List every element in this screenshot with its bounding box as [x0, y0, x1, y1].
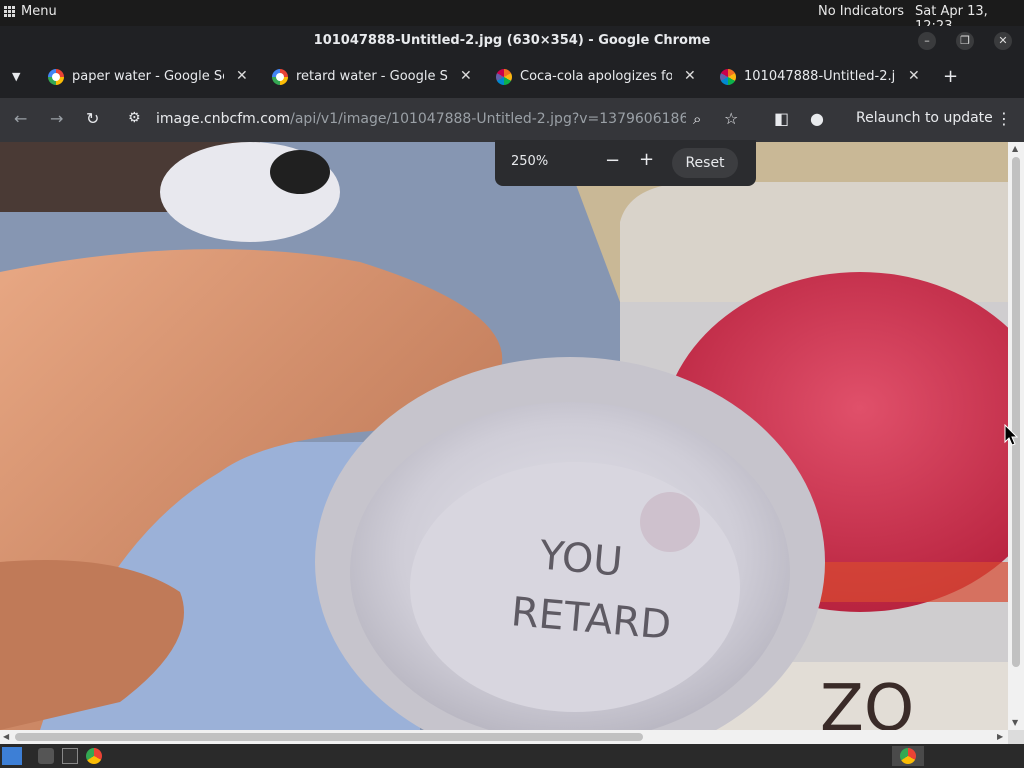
- zoom-popup: 250% − + Reset: [495, 140, 756, 186]
- apps-grid-icon: [4, 6, 15, 17]
- image-viewport[interactable]: YOU RETARD ZO: [0, 142, 1008, 730]
- zoom-magnifier-icon[interactable]: ⌕: [693, 110, 701, 128]
- close-window-button[interactable]: ✕: [994, 32, 1012, 50]
- minimize-button[interactable]: –: [918, 32, 936, 50]
- google-icon: [272, 69, 288, 85]
- zoom-reset-button[interactable]: Reset: [672, 148, 738, 178]
- tab-label: Coca-cola apologizes for: [520, 69, 672, 84]
- tab-strip: ▼ paper water - Google Search ✕ retard w…: [0, 56, 1024, 98]
- window-title: 101047888-Untitled-2.jpg (630×354) - Goo…: [313, 33, 711, 48]
- zoomed-photo: YOU RETARD ZO: [0, 142, 1008, 730]
- bottle-label-text: ZO: [820, 672, 914, 730]
- url-text[interactable]: image.cnbcfm.com/api/v1/image/101047888-…: [156, 111, 686, 127]
- nbc-peacock-icon: [720, 69, 736, 85]
- system-top-bar: Menu No Indicators Sat Apr 13, 12:23: [0, 0, 1024, 34]
- files-icon[interactable]: [38, 748, 54, 764]
- google-icon: [48, 69, 64, 85]
- side-panel-icon[interactable]: ◧: [774, 109, 789, 128]
- scroll-up-arrow-icon[interactable]: ▲: [1012, 144, 1018, 153]
- menu-label: Menu: [21, 4, 57, 19]
- tab-label: paper water - Google Search: [72, 69, 224, 84]
- tab-close-icon[interactable]: ✕: [684, 68, 696, 84]
- relaunch-button[interactable]: Relaunch to update: [856, 110, 993, 126]
- new-tab-plus-icon[interactable]: +: [943, 66, 958, 87]
- vertical-scroll-thumb[interactable]: [1012, 157, 1020, 667]
- browser-toolbar: ← → ↻ ⚙ image.cnbcfm.com/api/v1/image/10…: [0, 98, 1024, 142]
- mouse-cursor-icon: [1004, 424, 1018, 446]
- tab-search-chevron-down-icon[interactable]: ▼: [12, 70, 20, 83]
- tab-close-icon[interactable]: ✕: [236, 68, 248, 84]
- url-path: /api/v1/image/101047888-Untitled-2.jpg?v…: [290, 111, 686, 127]
- address-bar[interactable]: ⚙ image.cnbcfm.com/api/v1/image/10104788…: [118, 104, 758, 136]
- nbc-peacock-icon: [496, 69, 512, 85]
- scrollbar-corner: [1008, 730, 1024, 744]
- tab-coca-cola[interactable]: Coca-cola apologizes for ✕: [488, 63, 708, 93]
- tab-image-active[interactable]: 101047888-Untitled-2.jpg ✕: [712, 63, 932, 93]
- chrome-icon[interactable]: [86, 748, 102, 764]
- restore-icon: ❐: [960, 34, 970, 47]
- scroll-right-arrow-icon[interactable]: ▶: [997, 732, 1003, 741]
- back-arrow-icon[interactable]: ←: [14, 109, 27, 128]
- indicators-label[interactable]: No Indicators: [818, 4, 904, 19]
- close-icon: ✕: [998, 34, 1008, 47]
- horizontal-scrollbar[interactable]: ◀ ▶: [0, 730, 1008, 744]
- tab-close-icon[interactable]: ✕: [908, 68, 920, 84]
- maximize-button[interactable]: ❐: [956, 32, 974, 50]
- minimize-icon: –: [924, 34, 930, 47]
- cap-text-you: YOU: [537, 532, 625, 585]
- app-menu-button[interactable]: Menu: [4, 4, 57, 19]
- tab-close-icon[interactable]: ✕: [460, 68, 472, 84]
- taskbar: [0, 744, 1024, 768]
- chrome-window-button[interactable]: [892, 746, 924, 766]
- url-host: image.cnbcfm.com: [156, 111, 291, 127]
- tab-retard-water[interactable]: retard water - Google Search ✕: [264, 63, 484, 93]
- tab-label: 101047888-Untitled-2.jpg: [744, 69, 896, 84]
- chrome-icon: [900, 748, 916, 764]
- window-title-bar: 101047888-Untitled-2.jpg (630×354) - Goo…: [0, 26, 1024, 56]
- forward-arrow-icon[interactable]: →: [50, 109, 63, 128]
- scroll-left-arrow-icon[interactable]: ◀: [3, 732, 9, 741]
- more-menu-icon[interactable]: ⋮: [996, 109, 1012, 128]
- zoom-in-plus-icon[interactable]: +: [639, 149, 654, 170]
- tab-paper-water[interactable]: paper water - Google Search ✕: [40, 63, 260, 93]
- zoom-level: 250%: [511, 154, 549, 169]
- scroll-down-arrow-icon[interactable]: ▼: [1012, 718, 1018, 727]
- terminal-icon[interactable]: [62, 748, 78, 764]
- bookmark-star-icon[interactable]: ☆: [724, 109, 738, 128]
- tab-label: retard water - Google Search: [296, 69, 448, 84]
- zoom-out-minus-icon[interactable]: −: [605, 150, 620, 171]
- show-desktop-icon[interactable]: [2, 747, 22, 765]
- site-info-tune-icon[interactable]: ⚙: [128, 110, 141, 126]
- reload-icon[interactable]: ↻: [86, 109, 99, 128]
- horizontal-scroll-thumb[interactable]: [15, 733, 643, 741]
- profile-icon[interactable]: ●: [810, 109, 824, 128]
